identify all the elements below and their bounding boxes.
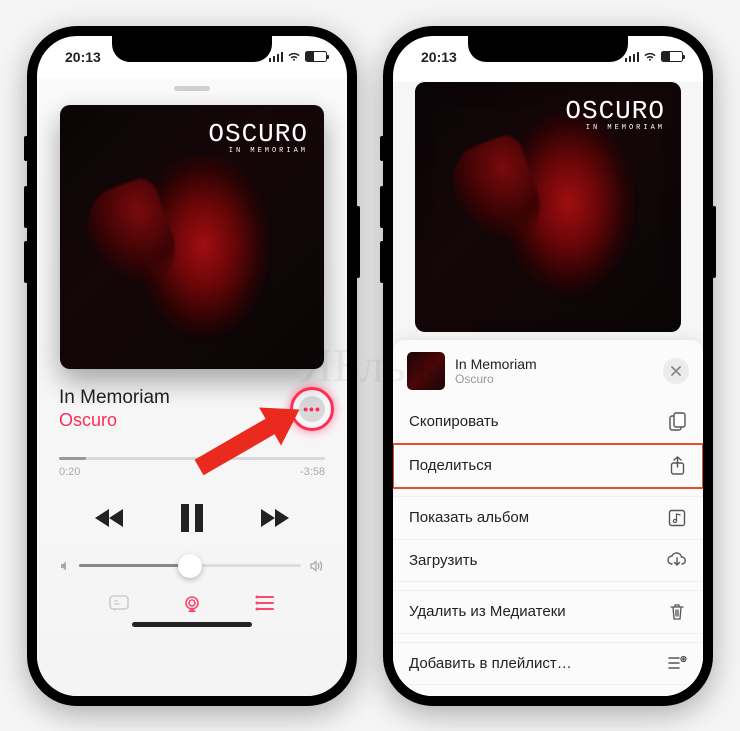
cellular-icon (625, 52, 640, 62)
wifi-icon (287, 52, 301, 62)
album-logo: OSCURO IN MEMORIAM (208, 119, 308, 155)
menu-item-copy[interactable]: Скопировать (393, 400, 703, 444)
airplay-button[interactable] (181, 594, 203, 614)
now-playing: OSCURO IN MEMORIAM In Memoriam Oscuro ••… (37, 78, 347, 696)
battery-icon (661, 51, 683, 62)
share-icon (667, 456, 687, 475)
menu-item-label: Удалить из Медиатеки (409, 603, 566, 620)
menu-item-album[interactable]: Показать альбом (393, 496, 703, 540)
copy-icon (667, 412, 687, 431)
power-button[interactable] (712, 206, 716, 278)
battery-icon (305, 51, 327, 62)
close-button[interactable] (663, 358, 689, 384)
menu-item-label: Загрузить (409, 552, 478, 569)
silence-switch[interactable] (24, 136, 28, 161)
album-art-background: OSCURO IN MEMORIAM (415, 82, 681, 332)
power-button[interactable] (356, 206, 360, 278)
action-sheet: In Memoriam Oscuro Скопировать Поделиться… (393, 340, 703, 696)
volume-down-button[interactable] (24, 241, 28, 283)
status-time: 20:13 (421, 49, 457, 65)
trash-icon (667, 603, 687, 621)
mini-album-art (407, 352, 445, 390)
lyrics-button[interactable] (108, 594, 130, 614)
menu-item-label: Поделиться (409, 457, 492, 474)
menu-item-playlist[interactable]: Добавить в плейлист… (393, 642, 703, 685)
action-menu: Скопировать Поделиться Показать альбом Загр… (393, 400, 703, 690)
silence-switch[interactable] (380, 136, 384, 161)
menu-item-label: Добавить в плейлист… (409, 655, 572, 672)
scrubber[interactable] (59, 457, 325, 460)
playlist-icon (667, 655, 687, 671)
pause-button[interactable] (179, 504, 205, 532)
notch (112, 36, 272, 62)
volume-slider[interactable] (79, 564, 301, 567)
next-button[interactable] (257, 507, 291, 529)
wifi-icon (643, 52, 657, 62)
menu-item-label: Скопировать (409, 413, 499, 430)
grabber[interactable] (174, 86, 210, 91)
menu-item-trash[interactable]: Удалить из Медиатеки (393, 590, 703, 634)
menu-item-download[interactable]: Загрузить (393, 540, 703, 582)
volume-low-icon (59, 560, 71, 572)
track-title: In Memoriam (59, 387, 170, 409)
time-remaining: -3:58 (300, 466, 325, 478)
album-logo: OSCURO IN MEMORIAM (565, 96, 665, 132)
album-art[interactable]: OSCURO IN MEMORIAM (60, 105, 324, 369)
volume-down-button[interactable] (380, 241, 384, 283)
download-icon (667, 552, 687, 568)
phone-right: 20:13 OSCURO IN MEMORIAM In Mem (383, 26, 713, 706)
phone-left: 20:13 OSCURO IN MEMORIAM In Memoriam Osc… (27, 26, 357, 706)
track-artist[interactable]: Oscuro (59, 410, 170, 431)
queue-button[interactable] (254, 594, 276, 612)
sheet-artist: Oscuro (455, 372, 537, 386)
menu-item-share[interactable]: Поделиться (393, 444, 703, 488)
volume-high-icon (309, 560, 325, 572)
sheet-title: In Memoriam (455, 356, 537, 372)
volume-up-button[interactable] (380, 186, 384, 228)
notch (468, 36, 628, 62)
home-indicator[interactable] (132, 622, 252, 627)
cellular-icon (269, 52, 284, 62)
volume-up-button[interactable] (24, 186, 28, 228)
time-elapsed: 0:20 (59, 466, 80, 478)
prev-button[interactable] (93, 507, 127, 529)
album-icon (667, 509, 687, 527)
status-time: 20:13 (65, 49, 101, 65)
menu-item-label: Показать альбом (409, 509, 529, 526)
